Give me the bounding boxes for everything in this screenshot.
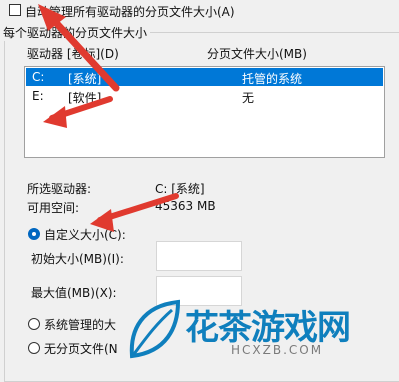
watermark-text: 花茶游戏网 xyxy=(185,308,351,348)
arrow-to-checkbox xyxy=(38,4,120,92)
watermark-url: HCXZB.COM xyxy=(231,343,324,357)
leaf-logo-icon xyxy=(129,299,181,359)
arrow-to-list-header xyxy=(43,96,113,128)
arrow-to-custom-size xyxy=(90,193,179,232)
